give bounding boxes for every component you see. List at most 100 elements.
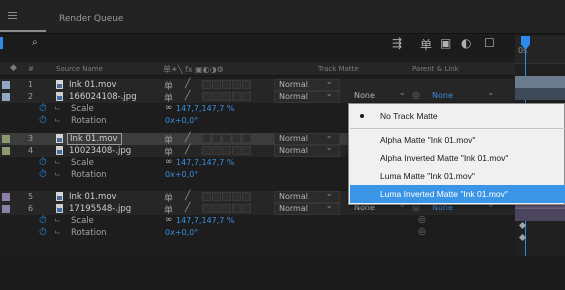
- layer-number: 3: [28, 134, 34, 143]
- graph-icon[interactable]: ⨽: [55, 103, 60, 113]
- menu-item-luma-matte[interactable]: Luma Matte "Ink 01.mov": [350, 167, 565, 185]
- header-source-name[interactable]: Source Name: [56, 65, 103, 73]
- property-value[interactable]: 147,7,147,7 %: [176, 158, 235, 167]
- property-row[interactable]: ⏱ ⨽ Scale ∞ 147,7,147,7 % ◎: [0, 215, 515, 227]
- label-color-swatch[interactable]: [2, 205, 10, 213]
- layer-name[interactable]: 17195548-.jpg: [69, 204, 131, 214]
- panel-tab-bar: Render Queue: [0, 0, 565, 34]
- hamburger-icon[interactable]: [8, 12, 17, 19]
- layer-row[interactable]: 1 Ink 01.mov 单 ╱ Normal: [0, 77, 515, 92]
- layer-bar[interactable]: [515, 209, 565, 221]
- menu-item-alpha-matte[interactable]: Alpha Matte "Ink 01.mov": [350, 131, 565, 149]
- menu-separator: [350, 128, 565, 129]
- stopwatch-icon[interactable]: ⏱: [39, 227, 47, 238]
- label-color-swatch[interactable]: [2, 193, 10, 201]
- menu-item-no-track-matte[interactable]: No Track Matte: [350, 107, 565, 125]
- layer-row[interactable]: 2 166024108-.jpg 单 ╱ Normal None ◎ None …: [0, 88, 515, 104]
- layer-bar[interactable]: [515, 76, 565, 88]
- layer-number: 5: [28, 192, 34, 201]
- graph-icon[interactable]: ⨽: [55, 227, 60, 237]
- layer-name[interactable]: 166024108-.jpg: [69, 92, 137, 102]
- menu-item-label: Luma Inverted Matte "Ink 01.mov": [380, 189, 508, 199]
- pickwhip-icon[interactable]: ◎: [418, 227, 426, 237]
- frame-blending-icon[interactable]: ▣: [440, 36, 451, 50]
- menu-item-luma-inverted-matte[interactable]: Luma Inverted Matte "Ink 01.mov": [350, 185, 565, 203]
- layer-number: 4: [28, 146, 34, 155]
- menu-item-label: Alpha Inverted Matte "Ink 01.mov": [380, 153, 509, 163]
- chain-link-icon[interactable]: ∞: [165, 157, 173, 167]
- layer-name[interactable]: 10023408-.jpg: [69, 146, 131, 156]
- shy-layers-icon[interactable]: 单: [420, 36, 432, 53]
- pickwhip-icon[interactable]: ◎: [412, 91, 420, 101]
- graph-icon[interactable]: ⨽: [55, 157, 60, 167]
- property-value[interactable]: 0x+0,0°: [165, 170, 198, 179]
- property-name: Scale: [71, 158, 94, 168]
- quality-switch-icon[interactable]: ╱: [185, 191, 190, 201]
- pickwhip-icon[interactable]: ◎: [418, 215, 426, 225]
- film-icon: [54, 192, 64, 202]
- quality-switch-icon[interactable]: ╱: [185, 145, 190, 155]
- layer-name[interactable]: Ink 01.mov: [69, 192, 117, 202]
- tab-render-queue[interactable]: Render Queue: [59, 14, 123, 24]
- quality-switch-icon[interactable]: ╱: [185, 79, 190, 89]
- checked-bullet-icon: [360, 114, 364, 118]
- label-column-icon: ◆: [10, 63, 17, 73]
- track-matte-select[interactable]: None: [350, 88, 410, 103]
- property-name: Rotation: [71, 116, 107, 126]
- image-file-icon: [54, 92, 64, 102]
- menu-item-label: Luma Matte "Ink 01.mov": [380, 171, 475, 181]
- stopwatch-icon[interactable]: ⏱: [39, 157, 47, 168]
- search-input[interactable]: [46, 40, 376, 52]
- property-value[interactable]: 147,7,147,7 %: [176, 216, 235, 225]
- label-color-swatch[interactable]: [2, 93, 10, 101]
- layer-column-header: ◆ # Source Name 单✴╲ fx ▣◐◑⚙ Track Matte …: [0, 62, 515, 76]
- header-number[interactable]: #: [28, 65, 34, 73]
- property-name: Scale: [71, 216, 94, 226]
- film-icon: [54, 134, 64, 144]
- stopwatch-icon[interactable]: ⏱: [39, 169, 47, 180]
- graph-editor-icon[interactable]: ☐: [484, 36, 495, 50]
- quality-switch-icon[interactable]: ╱: [185, 133, 190, 143]
- bottom-status-bar: [0, 256, 565, 290]
- stopwatch-icon[interactable]: ⏱: [39, 115, 47, 126]
- search-icon[interactable]: ⌕: [32, 37, 38, 48]
- menu-item-label: No Track Matte: [380, 111, 438, 121]
- property-value[interactable]: 147,7,147,7 %: [176, 104, 235, 113]
- parent-value: None: [432, 91, 453, 100]
- blend-mode-select[interactable]: Normal: [274, 201, 340, 215]
- track-matte-menu: No Track Matte Alpha Matte "Ink 01.mov" …: [348, 103, 565, 205]
- label-color-swatch[interactable]: [2, 147, 10, 155]
- blend-mode-select[interactable]: Normal: [274, 89, 340, 103]
- draft-3d-icon[interactable]: ⇶: [392, 36, 402, 50]
- menu-item-alpha-inverted-matte[interactable]: Alpha Inverted Matte "Ink 01.mov": [350, 149, 565, 167]
- quality-switch-icon[interactable]: ╱: [185, 203, 190, 213]
- stopwatch-icon[interactable]: ⏱: [39, 103, 47, 114]
- blend-mode-select[interactable]: Normal: [274, 143, 340, 157]
- film-icon: [54, 80, 64, 90]
- graph-icon[interactable]: ⨽: [55, 169, 60, 179]
- graph-icon[interactable]: ⨽: [55, 215, 60, 225]
- label-color-swatch[interactable]: [2, 135, 10, 143]
- chain-link-icon[interactable]: ∞: [165, 215, 173, 225]
- header-track-matte[interactable]: Track Matte: [318, 65, 359, 73]
- header-parent-link[interactable]: Parent & Link: [412, 65, 459, 73]
- chain-link-icon[interactable]: ∞: [165, 103, 173, 113]
- current-time-indicator-edge: [0, 37, 3, 49]
- menu-item-label: Alpha Matte "Ink 01.mov": [380, 135, 476, 145]
- property-value[interactable]: 0x+0,0°: [165, 228, 198, 237]
- layer-name[interactable]: Ink 01.mov: [69, 80, 117, 90]
- motion-blur-icon[interactable]: ◐: [461, 36, 471, 50]
- stopwatch-icon[interactable]: ⏱: [39, 215, 47, 226]
- layer-name[interactable]: Ink 01.mov: [67, 133, 122, 145]
- header-switch-icons: 单✴╲ fx ▣◐◑⚙: [163, 65, 224, 74]
- property-name: Scale: [71, 104, 94, 114]
- quality-switch-icon[interactable]: ╱: [185, 91, 190, 101]
- property-row[interactable]: ⏱ ⨽ Rotation 0x+0,0° ◎: [0, 227, 515, 239]
- property-value[interactable]: 0x+0,0°: [165, 116, 198, 125]
- layer-bar[interactable]: [515, 88, 565, 100]
- layer-number: 1: [28, 80, 34, 89]
- label-color-swatch[interactable]: [2, 81, 10, 89]
- parent-select[interactable]: ◎ None ⌄: [412, 88, 512, 103]
- property-name: Rotation: [71, 170, 107, 180]
- graph-icon[interactable]: ⨽: [55, 115, 60, 125]
